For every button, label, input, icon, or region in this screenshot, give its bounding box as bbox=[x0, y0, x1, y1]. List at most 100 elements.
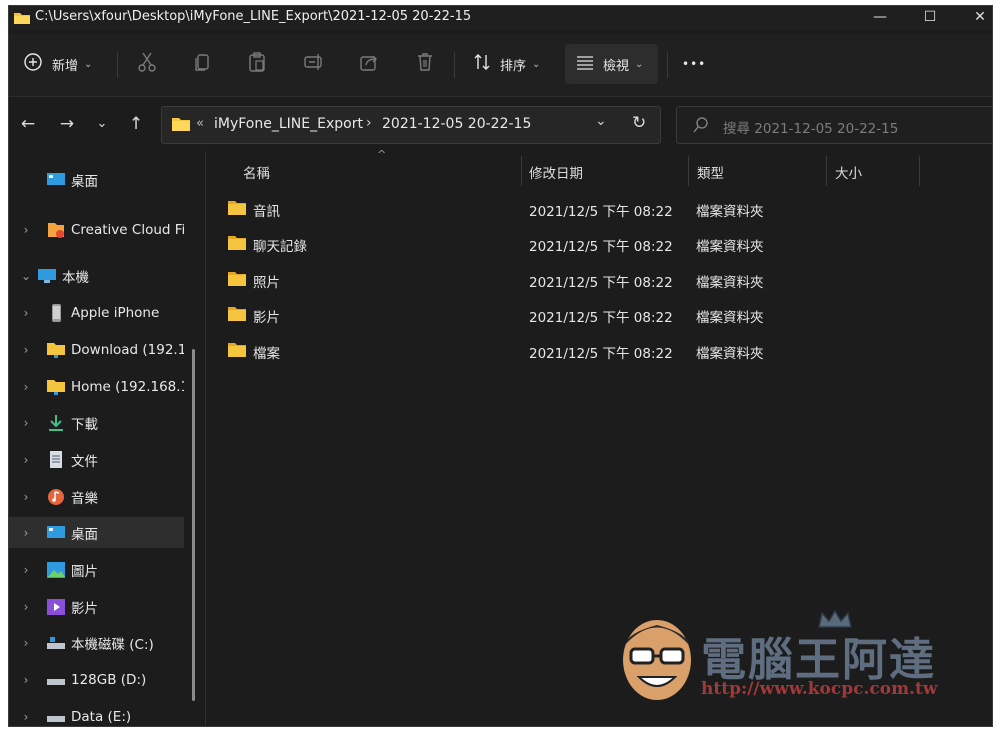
column-size[interactable]: 大小 bbox=[835, 162, 862, 182]
maximize-button[interactable]: ☐ bbox=[907, 6, 953, 30]
column-type[interactable]: 類型 bbox=[697, 162, 724, 182]
videos-icon bbox=[46, 598, 66, 616]
expand-chevron-icon[interactable]: › bbox=[19, 636, 33, 650]
chevron-down-icon: ⌄ bbox=[84, 58, 93, 70]
column-date-modified[interactable]: 修改日期 bbox=[529, 162, 583, 182]
sidebar-item-label: Data (E:) bbox=[71, 708, 132, 725]
column-separator[interactable] bbox=[826, 156, 827, 186]
breadcrumb-overflow[interactable]: « bbox=[196, 116, 204, 131]
sidebar-item-home-network[interactable]: › Home (192.168.1. bbox=[9, 371, 184, 402]
breadcrumb-parent[interactable]: iMyFone_LINE_Export bbox=[214, 116, 363, 132]
refresh-icon[interactable]: ↻ bbox=[632, 113, 646, 133]
expand-chevron-icon[interactable]: › bbox=[19, 306, 33, 320]
sidebar-item-download-network[interactable]: › Download (192.168.1. bbox=[9, 334, 184, 365]
navigation-pane: 桌面 › Creative Cloud Files ⌄ 本機 › Apple i… bbox=[9, 154, 205, 726]
drive-icon bbox=[46, 634, 66, 652]
minimize-button[interactable]: — bbox=[857, 6, 903, 30]
expand-chevron-icon[interactable]: › bbox=[19, 710, 33, 724]
search-icon bbox=[693, 116, 709, 138]
column-name[interactable]: 名稱 bbox=[243, 162, 270, 182]
breadcrumb-current[interactable]: 2021-12-05 20-22-15 bbox=[382, 116, 531, 132]
address-bar[interactable]: « iMyFone_LINE_Export › 2021-12-05 20-22… bbox=[161, 106, 661, 144]
share-icon bbox=[359, 51, 379, 77]
expand-chevron-icon[interactable]: › bbox=[19, 343, 33, 357]
new-button[interactable]: 新增 ⌄ bbox=[23, 46, 103, 82]
folder-icon bbox=[227, 306, 247, 326]
sidebar-item-drive-c[interactable]: › 本機磁碟 (C:) bbox=[9, 627, 184, 658]
sidebar-item-this-pc[interactable]: ⌄ 本機 bbox=[9, 260, 184, 291]
breadcrumb-separator-icon[interactable]: › bbox=[366, 115, 372, 131]
sidebar-item-label: 文件 bbox=[71, 453, 98, 470]
share-button[interactable] bbox=[359, 46, 379, 82]
more-options-button[interactable]: ••• bbox=[682, 46, 706, 82]
expand-chevron-icon[interactable]: › bbox=[19, 223, 33, 237]
sort-ascending-icon: ^ bbox=[377, 148, 387, 161]
file-row[interactable]: 照片 2021/12/5 下午 08:22 檔案資料夾 bbox=[223, 263, 783, 297]
file-date: 2021/12/5 下午 08:22 bbox=[529, 239, 673, 255]
expand-chevron-icon[interactable]: › bbox=[19, 416, 33, 430]
expand-chevron-icon[interactable]: › bbox=[19, 490, 33, 504]
expand-chevron-icon[interactable]: › bbox=[19, 673, 33, 687]
sidebar-item-label: 下載 bbox=[71, 416, 98, 433]
expand-chevron-icon[interactable]: › bbox=[19, 453, 33, 467]
copy-button[interactable] bbox=[192, 46, 212, 82]
sidebar-item-apple-iphone[interactable]: › Apple iPhone bbox=[9, 297, 184, 328]
close-button[interactable]: ✕ bbox=[957, 6, 992, 30]
file-row[interactable]: 檔案 2021/12/5 下午 08:22 檔案資料夾 bbox=[223, 334, 783, 368]
sidebar-item-desktop-pinned[interactable]: 桌面 bbox=[9, 164, 184, 195]
window-title: C:\Users\xfour\Desktop\iMyFone_LINE_Expo… bbox=[35, 9, 472, 24]
pane-divider[interactable] bbox=[205, 151, 206, 726]
forward-arrow-icon[interactable]: → bbox=[54, 111, 80, 137]
sidebar-scrollbar[interactable] bbox=[192, 349, 195, 701]
column-separator[interactable] bbox=[521, 156, 522, 186]
sidebar-item-creative-cloud[interactable]: › Creative Cloud Files bbox=[9, 214, 184, 245]
sidebar-item-drive-e[interactable]: › Data (E:) bbox=[9, 701, 184, 726]
expand-chevron-icon[interactable]: › bbox=[19, 380, 33, 394]
view-button[interactable]: 檢視 ⌄ bbox=[565, 44, 658, 84]
sidebar-item-documents[interactable]: › 文件 bbox=[9, 444, 184, 475]
sidebar-item-downloads[interactable]: › 下載 bbox=[9, 407, 184, 438]
drive-icon bbox=[46, 671, 66, 689]
recent-locations-chevron-icon[interactable]: ⌄ bbox=[89, 111, 115, 137]
sidebar-item-drive-d[interactable]: › 128GB (D:) bbox=[9, 664, 184, 695]
address-history-chevron-icon[interactable]: ⌄ bbox=[595, 113, 607, 129]
rename-button[interactable] bbox=[303, 46, 325, 82]
cut-button[interactable] bbox=[137, 46, 157, 82]
navigation-bar: ← → ⌄ ↑ « iMyFone_LINE_Export › 2021-12-… bbox=[9, 97, 992, 151]
view-label: 檢視 bbox=[603, 58, 630, 74]
sort-button[interactable]: 排序 ⌄ bbox=[472, 46, 552, 82]
sidebar-item-music[interactable]: › 音樂 bbox=[9, 481, 184, 512]
watermark-url: http://www.kocpc.com.tw bbox=[701, 679, 938, 699]
expand-chevron-icon[interactable]: › bbox=[19, 526, 33, 540]
folder-icon bbox=[227, 235, 247, 255]
file-row[interactable]: 音訊 2021/12/5 下午 08:22 檔案資料夾 bbox=[223, 192, 783, 226]
column-separator[interactable] bbox=[919, 156, 920, 186]
file-row[interactable]: 影片 2021/12/5 下午 08:22 檔案資料夾 bbox=[223, 298, 783, 332]
title-bar: C:\Users\xfour\Desktop\iMyFone_LINE_Expo… bbox=[9, 6, 992, 30]
folder-icon bbox=[227, 271, 247, 291]
sidebar-item-desktop[interactable]: › 桌面 bbox=[9, 517, 184, 548]
sidebar-item-label: Download (192.168.1. bbox=[71, 341, 184, 358]
file-row[interactable]: 聊天記錄 2021/12/5 下午 08:22 檔案資料夾 bbox=[223, 227, 783, 261]
collapse-chevron-icon[interactable]: ⌄ bbox=[19, 269, 33, 283]
search-box[interactable]: 搜尋 2021-12-05 20-22-15 bbox=[676, 106, 992, 144]
toolbar-divider bbox=[667, 52, 668, 78]
expand-chevron-icon[interactable]: › bbox=[19, 563, 33, 577]
sidebar-item-label: 圖片 bbox=[71, 563, 98, 580]
sidebar-item-label: 桌面 bbox=[71, 526, 98, 543]
sidebar-item-label: 128GB (D:) bbox=[71, 671, 147, 688]
delete-button[interactable] bbox=[415, 46, 435, 82]
up-arrow-icon[interactable]: ↑ bbox=[123, 111, 149, 137]
sidebar-item-videos[interactable]: › 影片 bbox=[9, 591, 184, 622]
sidebar-item-pictures[interactable]: › 圖片 bbox=[9, 554, 184, 585]
expand-chevron-icon[interactable]: › bbox=[19, 600, 33, 614]
column-separator[interactable] bbox=[688, 156, 689, 186]
file-date: 2021/12/5 下午 08:22 bbox=[529, 310, 673, 326]
sidebar-item-label: 桌面 bbox=[71, 173, 98, 190]
paste-button[interactable] bbox=[247, 46, 267, 82]
sort-label: 排序 bbox=[500, 58, 527, 74]
copy-icon bbox=[192, 51, 212, 77]
desktop-icon bbox=[46, 524, 66, 542]
chevron-down-icon: ⌄ bbox=[635, 58, 644, 70]
back-arrow-icon[interactable]: ← bbox=[15, 111, 41, 137]
